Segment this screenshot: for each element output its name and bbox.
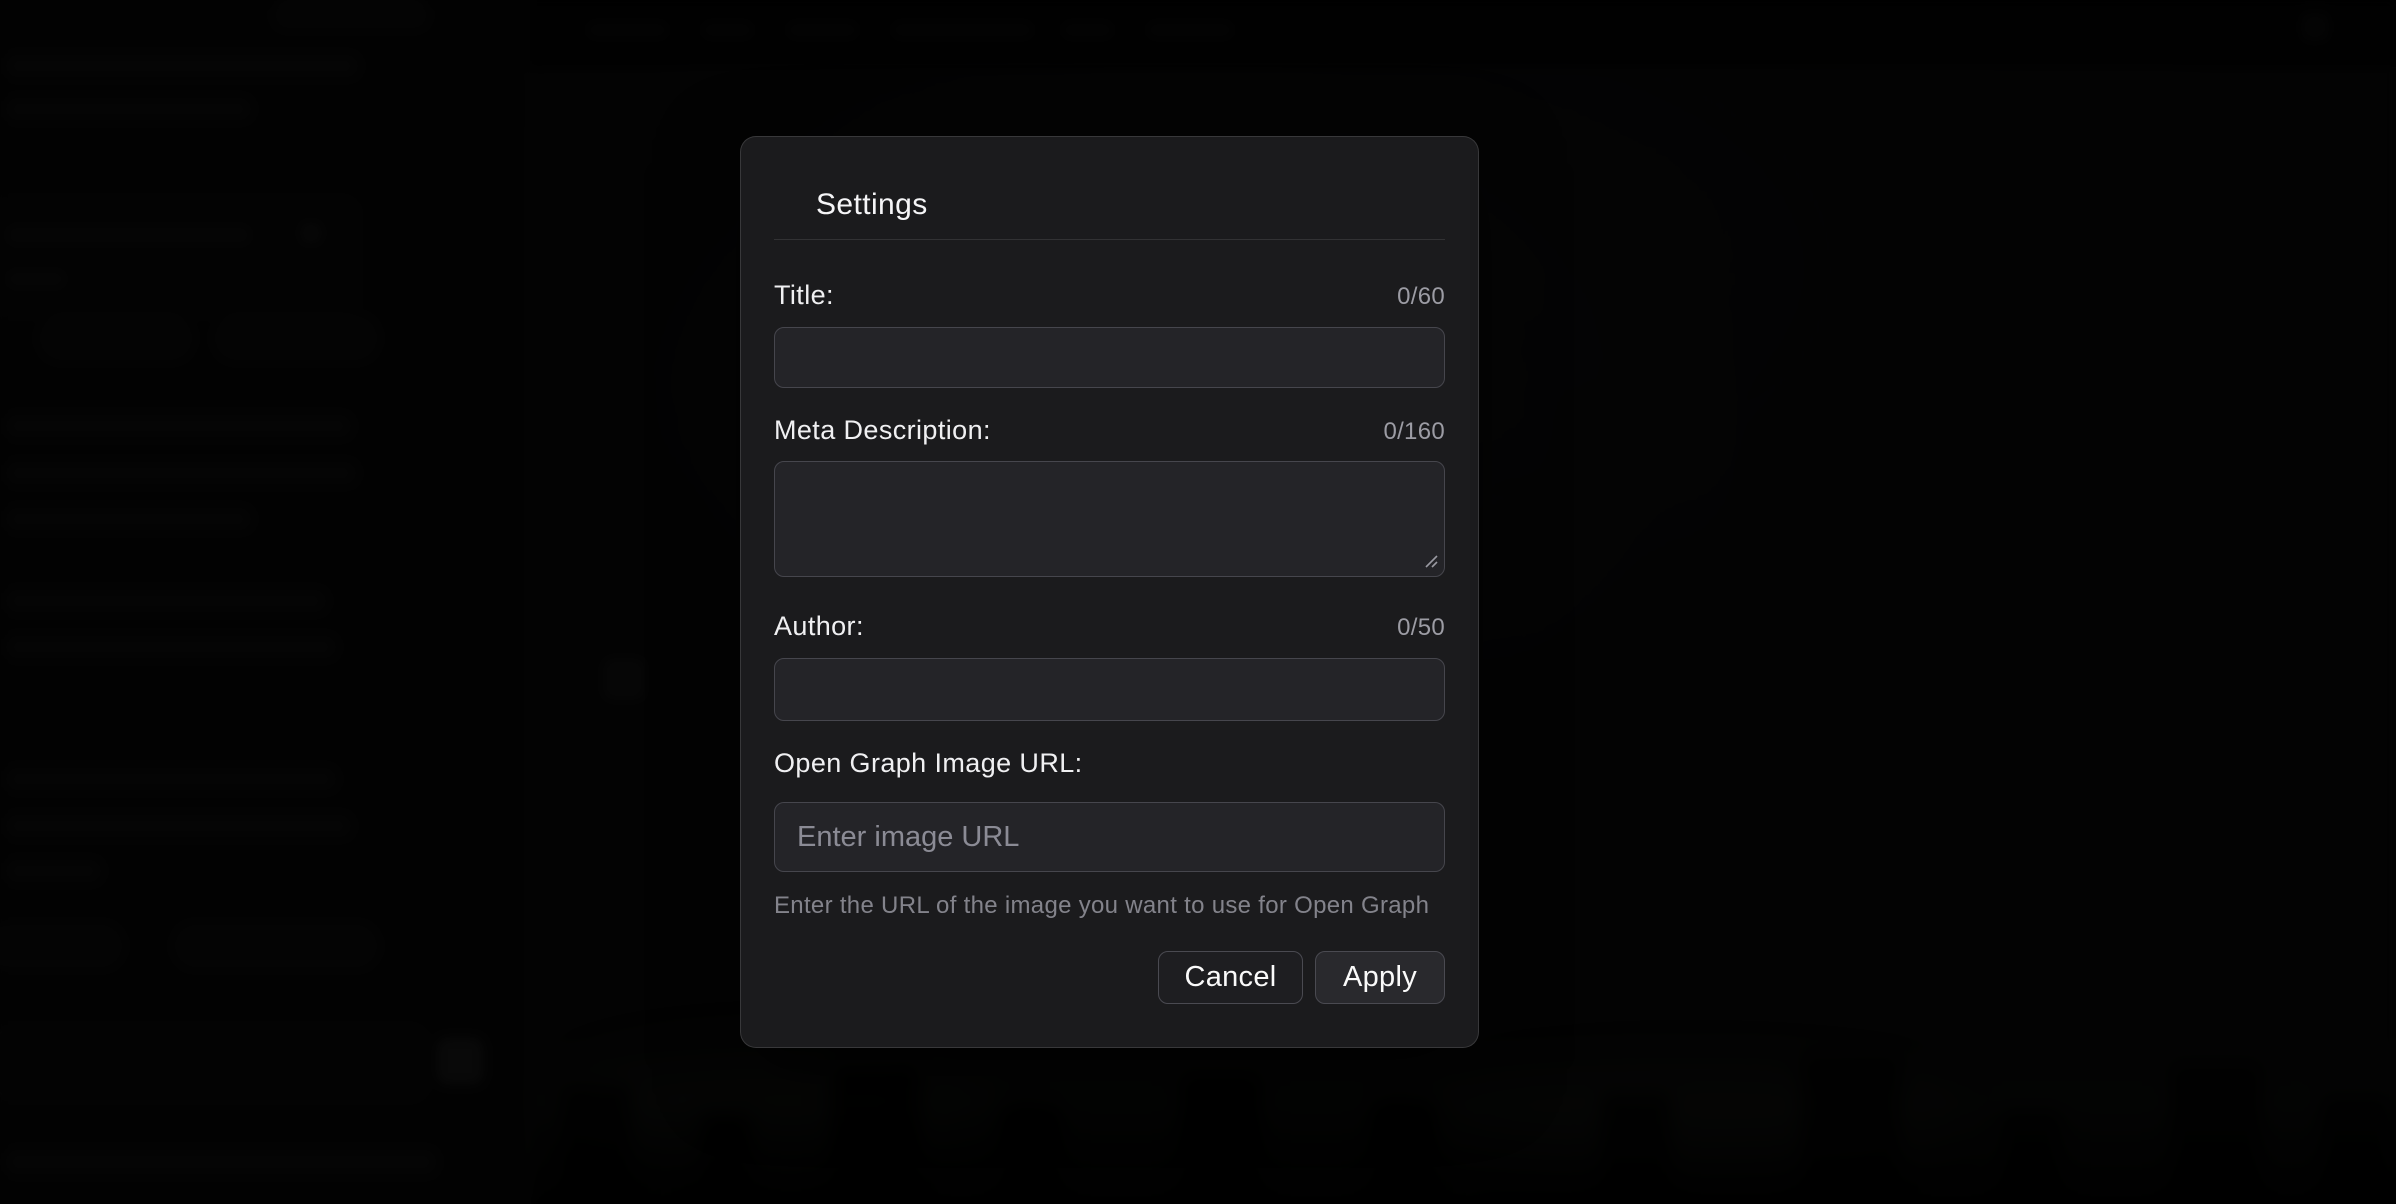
meta-description-label: Meta Description: — [774, 417, 991, 444]
modal-actions: Cancel Apply — [774, 951, 1445, 1004]
cancel-button[interactable]: Cancel — [1158, 951, 1303, 1004]
meta-description-textarea[interactable] — [774, 461, 1445, 577]
settings-modal: Settings Title: 0/60 Meta Description: 0… — [740, 136, 1479, 1048]
app-screen: Settings Title: 0/60 Meta Description: 0… — [0, 0, 2396, 1204]
modal-divider — [774, 239, 1445, 240]
title-counter: 0/60 — [1397, 285, 1445, 309]
og-image-url-input[interactable] — [774, 802, 1445, 872]
title-label: Title: — [774, 282, 834, 309]
og-image-helper-text: Enter the URL of the image you want to u… — [774, 894, 1445, 918]
title-input[interactable] — [774, 327, 1445, 388]
modal-title: Settings — [774, 190, 1445, 220]
og-image-label: Open Graph Image URL: — [774, 750, 1083, 777]
author-input[interactable] — [774, 658, 1445, 721]
textarea-resize-handle[interactable] — [1423, 553, 1439, 569]
author-counter: 0/50 — [1397, 616, 1445, 640]
author-label: Author: — [774, 613, 864, 640]
meta-description-counter: 0/160 — [1383, 420, 1445, 444]
apply-button[interactable]: Apply — [1315, 951, 1445, 1004]
